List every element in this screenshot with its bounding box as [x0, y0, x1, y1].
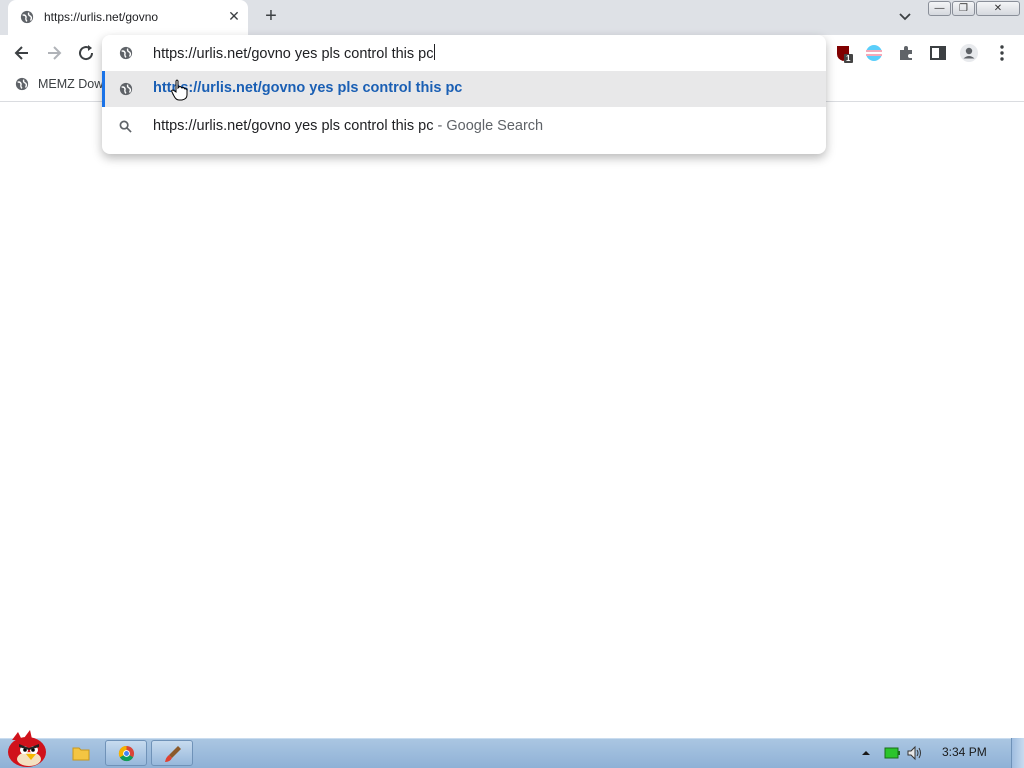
window-close-button[interactable]: ✕ [976, 1, 1020, 16]
tab-title: https://urlis.net/govno [44, 10, 159, 24]
text-caret [434, 44, 436, 60]
omnibox-popup: https://urlis.net/govno yes pls control … [102, 35, 826, 154]
back-arrow-icon[interactable] [12, 43, 32, 63]
omnibox-suggestion-search[interactable]: https://urlis.net/govno yes pls control … [102, 108, 826, 144]
extensions-puzzle-icon[interactable] [896, 43, 916, 63]
suggestion-suffix: - Google Search [437, 118, 544, 134]
profile-avatar-icon[interactable] [959, 43, 979, 63]
battery-icon[interactable] [884, 746, 900, 760]
tab-active[interactable]: https://urlis.net/govno ✕ [8, 0, 248, 35]
tray-expand-icon[interactable] [861, 748, 871, 758]
ublock-icon[interactable] [834, 43, 854, 63]
reload-icon[interactable] [76, 43, 96, 63]
chevron-down-icon[interactable] [896, 8, 914, 26]
globe-icon [20, 10, 34, 24]
menu-kebab-icon[interactable] [992, 43, 1012, 63]
ublock-badge: 1 [846, 54, 851, 63]
folder-icon [72, 747, 90, 761]
tab-close-button[interactable]: ✕ [224, 6, 244, 26]
suggestion-query: https://urlis.net/govno yes pls control … [153, 118, 434, 134]
selection-indicator [102, 71, 105, 107]
taskbar-app-button[interactable] [151, 740, 193, 766]
window-minimize-button[interactable]: — [928, 1, 951, 16]
forward-arrow-icon[interactable] [44, 43, 64, 63]
extension-flag-icon[interactable] [864, 43, 884, 63]
hand-cursor-icon [171, 79, 188, 101]
omnibox-input-row[interactable]: https://urlis.net/govno yes pls control … [102, 35, 826, 71]
globe-icon [15, 77, 29, 91]
search-icon [119, 120, 132, 133]
side-panel-icon[interactable] [928, 43, 948, 63]
globe-icon [119, 46, 133, 60]
taskbar-explorer-button[interactable] [64, 740, 98, 766]
window-maximize-button[interactable]: ❐ [952, 1, 975, 16]
suggestion-text: https://urlis.net/govno yes pls control … [153, 118, 543, 134]
chrome-icon [118, 745, 135, 762]
start-button-angry-bird-icon[interactable] [4, 730, 50, 768]
omnibox-suggestion-url[interactable]: https://urlis.net/govno yes pls control … [102, 71, 826, 107]
new-tab-button[interactable]: + [260, 6, 282, 28]
volume-icon[interactable] [906, 745, 924, 761]
address-input-value: https://urlis.net/govno yes pls control … [153, 46, 434, 62]
address-input[interactable]: https://urlis.net/govno yes pls control … [153, 44, 436, 62]
taskbar-clock[interactable]: 3:34 PM [942, 745, 987, 759]
globe-icon [119, 82, 133, 96]
bookmark-item-memz[interactable]: MEMZ Dow [38, 77, 102, 91]
show-desktop-button[interactable] [1011, 738, 1024, 768]
paint-brush-icon [165, 746, 181, 762]
taskbar-chrome-button[interactable] [105, 740, 147, 766]
suggestion-text: https://urlis.net/govno yes pls control … [153, 80, 463, 96]
